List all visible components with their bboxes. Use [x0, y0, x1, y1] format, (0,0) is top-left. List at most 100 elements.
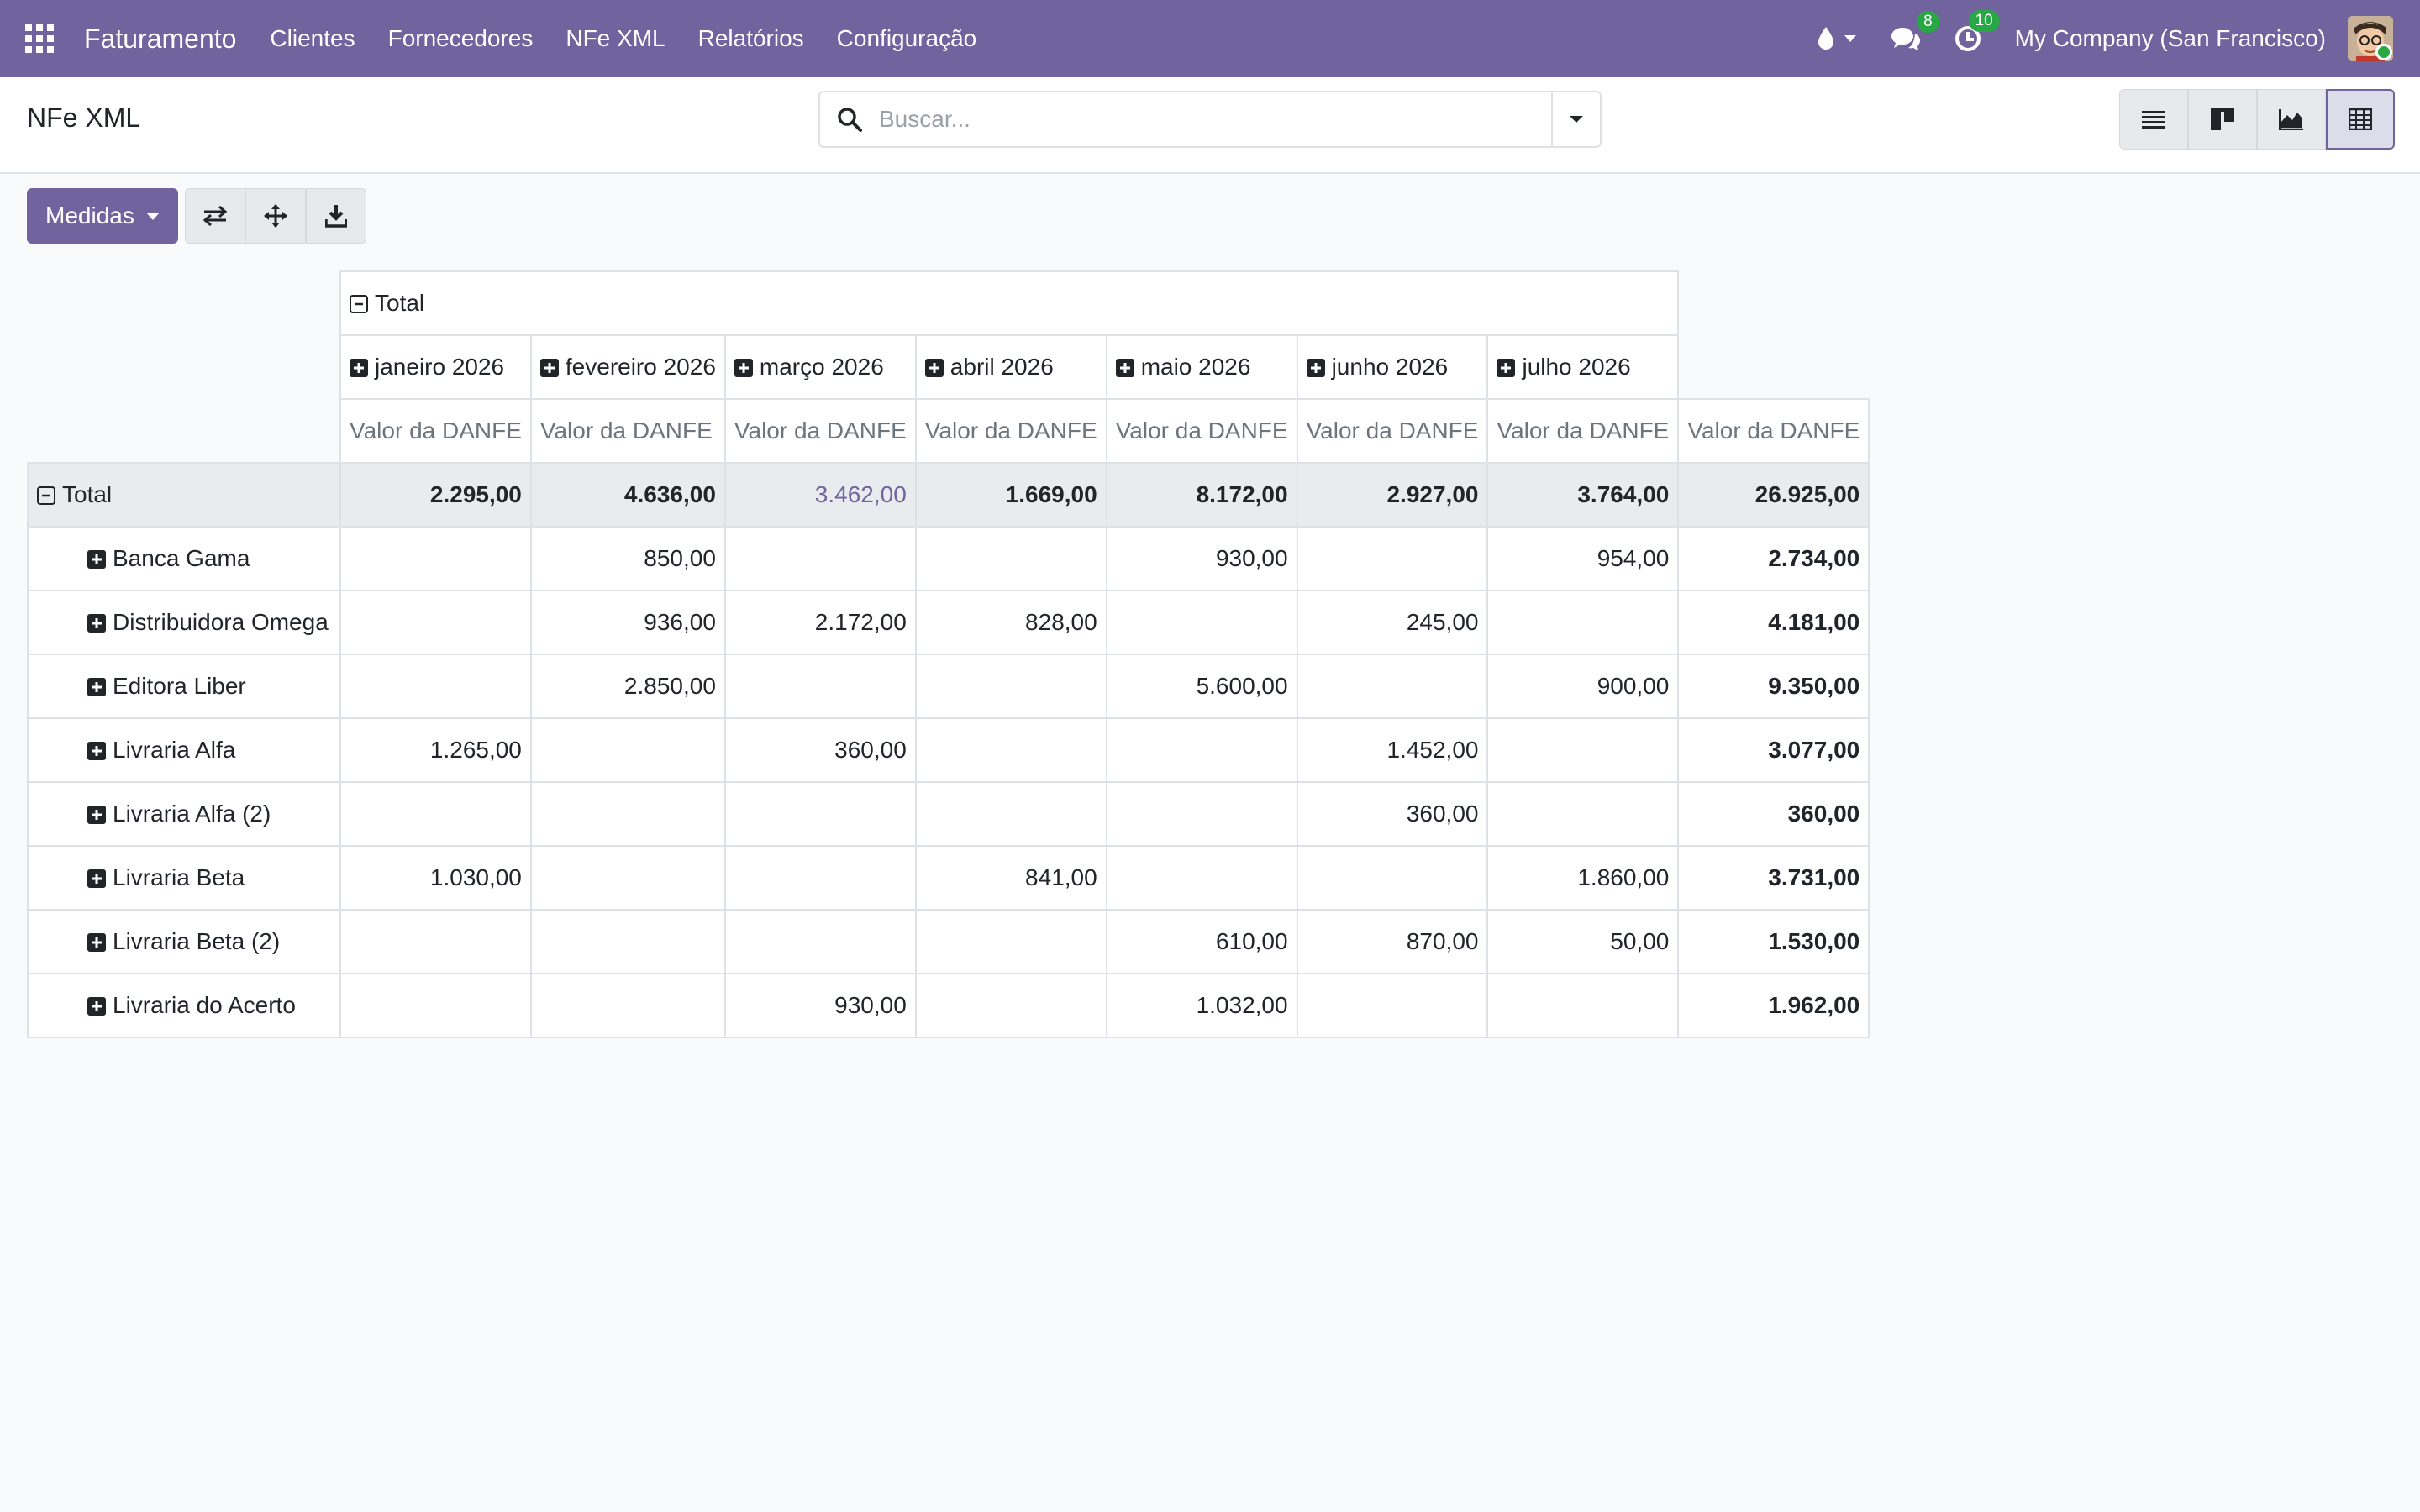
pivot-cell[interactable]: 360,00	[1296, 781, 1489, 847]
list-view-button[interactable]	[2119, 89, 2188, 150]
pivot-cell[interactable]	[914, 654, 1107, 719]
col-header-month[interactable]: junho 2026	[1296, 334, 1489, 400]
row-header[interactable]: Livraria Beta	[27, 845, 341, 911]
pivot-cell[interactable]	[529, 781, 726, 847]
measure-header[interactable]: Valor da DANFE	[914, 398, 1107, 464]
pivot-cell[interactable]	[914, 781, 1107, 847]
pivot-cell[interactable]	[1486, 973, 1680, 1038]
activities-button[interactable]: 10	[1954, 10, 2000, 52]
debug-menu[interactable]	[1817, 26, 1857, 51]
pivot-cell[interactable]	[529, 973, 726, 1038]
pivot-cell[interactable]: 850,00	[529, 526, 726, 591]
pivot-cell[interactable]	[723, 781, 917, 847]
row-total-cell[interactable]: 3.731,00	[1677, 845, 1870, 911]
pivot-cell[interactable]: 936,00	[529, 590, 726, 655]
measure-header[interactable]: Valor da DANFE	[1105, 398, 1298, 464]
pivot-cell[interactable]	[914, 909, 1107, 974]
pivot-cell[interactable]	[914, 717, 1107, 783]
graph-view-button[interactable]	[2257, 89, 2326, 150]
row-total-cell[interactable]: 360,00	[1677, 781, 1870, 847]
pivot-cell[interactable]: 841,00	[914, 845, 1107, 911]
row-header[interactable]: Editora Liber	[27, 654, 341, 719]
pivot-cell[interactable]: 954,00	[1486, 526, 1680, 591]
menu-item-clientes[interactable]: Clientes	[270, 25, 355, 52]
row-header-total[interactable]: Total	[27, 462, 341, 528]
pivot-view-button[interactable]	[2326, 89, 2395, 150]
pivot-cell[interactable]	[1105, 781, 1298, 847]
pivot-cell[interactable]: 360,00	[723, 717, 917, 783]
measure-header[interactable]: Valor da DANFE	[1296, 398, 1489, 464]
pivot-cell[interactable]	[339, 781, 532, 847]
pivot-cell[interactable]	[1296, 973, 1489, 1038]
pivot-cell[interactable]	[1486, 717, 1680, 783]
total-cell[interactable]: 2.295,00	[339, 462, 532, 528]
row-total-cell[interactable]: 2.734,00	[1677, 526, 1870, 591]
pivot-cell[interactable]	[529, 909, 726, 974]
row-total-cell[interactable]: 4.181,00	[1677, 590, 1870, 655]
user-avatar[interactable]	[2348, 16, 2393, 61]
pivot-cell[interactable]	[1486, 781, 1680, 847]
pivot-cell[interactable]	[339, 526, 532, 591]
pivot-cell[interactable]	[1486, 590, 1680, 655]
pivot-cell[interactable]: 870,00	[1296, 909, 1489, 974]
menu-item-relatorios[interactable]: Relatórios	[698, 25, 804, 52]
col-header-month[interactable]: janeiro 2026	[339, 334, 532, 400]
download-button[interactable]	[305, 188, 366, 244]
pivot-cell[interactable]	[1105, 590, 1298, 655]
col-header-month[interactable]: abril 2026	[914, 334, 1107, 400]
messages-button[interactable]: 8	[1891, 11, 1939, 51]
row-total-cell[interactable]: 1.962,00	[1677, 973, 1870, 1038]
total-cell[interactable]: 1.669,00	[914, 462, 1107, 528]
measure-header[interactable]: Valor da DANFE	[339, 398, 532, 464]
pivot-cell[interactable]: 610,00	[1105, 909, 1298, 974]
grand-total-cell[interactable]: 26.925,00	[1677, 462, 1870, 528]
measure-header[interactable]: Valor da DANFE	[1677, 398, 1870, 464]
measure-header[interactable]: Valor da DANFE	[1486, 398, 1680, 464]
row-header[interactable]: Distribuidora Omega	[27, 590, 341, 655]
pivot-cell[interactable]: 2.172,00	[723, 590, 917, 655]
row-header[interactable]: Livraria do Acerto	[27, 973, 341, 1038]
pivot-cell[interactable]	[339, 590, 532, 655]
col-header-month[interactable]: fevereiro 2026	[529, 334, 726, 400]
pivot-cell[interactable]	[529, 845, 726, 911]
pivot-cell[interactable]	[914, 973, 1107, 1038]
pivot-cell[interactable]	[339, 654, 532, 719]
pivot-cell[interactable]: 5.600,00	[1105, 654, 1298, 719]
pivot-cell[interactable]	[1105, 845, 1298, 911]
total-cell[interactable]: 2.927,00	[1296, 462, 1489, 528]
company-switcher[interactable]: My Company (San Francisco)	[2015, 25, 2326, 52]
measure-header[interactable]: Valor da DANFE	[529, 398, 726, 464]
pivot-cell[interactable]: 1.265,00	[339, 717, 532, 783]
pivot-cell[interactable]: 1.860,00	[1486, 845, 1680, 911]
col-header-month[interactable]: julho 2026	[1486, 334, 1680, 400]
row-total-cell[interactable]: 1.530,00	[1677, 909, 1870, 974]
pivot-cell[interactable]	[1105, 717, 1298, 783]
pivot-cell[interactable]	[723, 909, 917, 974]
pivot-cell[interactable]	[1296, 526, 1489, 591]
app-brand[interactable]: Faturamento	[84, 24, 236, 55]
pivot-cell[interactable]: 930,00	[1105, 526, 1298, 591]
pivot-cell[interactable]	[723, 654, 917, 719]
menu-item-nfe-xml[interactable]: NFe XML	[566, 25, 665, 52]
expand-all-button[interactable]	[245, 188, 306, 244]
col-header-month[interactable]: maio 2026	[1105, 334, 1298, 400]
app-menu-icon[interactable]	[25, 24, 54, 53]
pivot-cell[interactable]	[1296, 654, 1489, 719]
pivot-cell[interactable]: 1.030,00	[339, 845, 532, 911]
pivot-cell[interactable]	[723, 526, 917, 591]
row-total-cell[interactable]: 3.077,00	[1677, 717, 1870, 783]
row-header[interactable]: Livraria Alfa (2)	[27, 781, 341, 847]
pivot-cell[interactable]	[339, 909, 532, 974]
pivot-cell[interactable]: 1.032,00	[1105, 973, 1298, 1038]
measure-header[interactable]: Valor da DANFE	[723, 398, 917, 464]
total-cell[interactable]: 3.764,00	[1486, 462, 1680, 528]
row-header[interactable]: Banca Gama	[27, 526, 341, 591]
row-total-cell[interactable]: 9.350,00	[1677, 654, 1870, 719]
menu-item-fornecedores[interactable]: Fornecedores	[388, 25, 534, 52]
menu-item-configuracao[interactable]: Configuração	[837, 25, 977, 52]
pivot-cell[interactable]	[529, 717, 726, 783]
measures-dropdown-button[interactable]: Medidas	[27, 188, 178, 244]
pivot-cell[interactable]	[723, 845, 917, 911]
pivot-cell[interactable]: 828,00	[914, 590, 1107, 655]
total-cell[interactable]: 8.172,00	[1105, 462, 1298, 528]
